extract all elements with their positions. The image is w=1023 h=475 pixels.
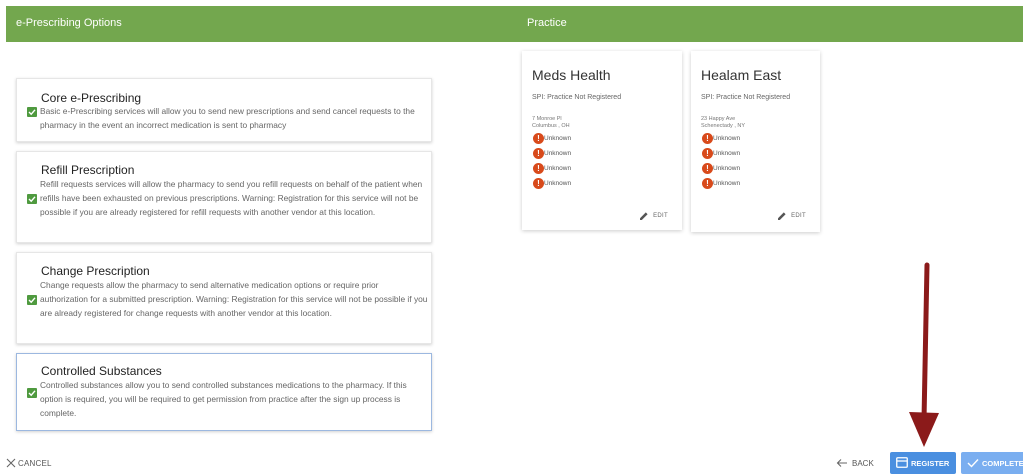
register-button[interactable]: REGISTER bbox=[890, 452, 956, 474]
practice-address-line2: Columbus , OH bbox=[532, 123, 570, 129]
status-text: Unknown bbox=[713, 180, 741, 187]
pencil-icon bbox=[778, 212, 786, 220]
practice-name: Healam East bbox=[701, 67, 782, 83]
cancel-label: CANCEL bbox=[18, 459, 52, 468]
option-core-eprescribing[interactable]: Core e-Prescribing Basic e-Prescribing s… bbox=[16, 78, 432, 142]
option-title: Change Prescription bbox=[41, 264, 150, 278]
cancel-button[interactable]: CANCEL bbox=[6, 457, 66, 471]
complete-label: COMPLETE bbox=[982, 459, 1023, 468]
status-text: Unknown bbox=[544, 165, 572, 172]
exclamation-icon: ! bbox=[702, 178, 713, 189]
close-icon bbox=[6, 458, 16, 468]
option-title: Core e-Prescribing bbox=[41, 91, 142, 105]
exclamation-icon: ! bbox=[533, 133, 544, 144]
check-icon bbox=[28, 196, 36, 203]
practice-card-meds-health: Meds Health SPI: Practice Not Registered… bbox=[522, 51, 682, 230]
practice-title: Practice bbox=[527, 17, 567, 29]
check-icon bbox=[28, 297, 36, 304]
back-button[interactable]: BACK bbox=[836, 457, 880, 471]
option-refill-prescription[interactable]: Refill Prescription Refill requests serv… bbox=[16, 151, 432, 243]
option-checkbox[interactable] bbox=[27, 107, 37, 117]
practice-card-healam-east: Healam East SPI: Practice Not Registered… bbox=[691, 51, 820, 232]
practice-address-line2: Schenectady , NY bbox=[701, 123, 746, 129]
option-description: Change requests allow the pharmacy to se… bbox=[40, 280, 428, 318]
practice-name: Meds Health bbox=[532, 67, 611, 83]
practice-address-line1: 23 Happy Ave bbox=[701, 116, 736, 122]
exclamation-icon: ! bbox=[533, 178, 544, 189]
edit-label: EDIT bbox=[791, 213, 806, 219]
option-checkbox[interactable] bbox=[27, 194, 37, 204]
practice-address-line1: 7 Monroe Pl bbox=[532, 116, 562, 122]
exclamation-icon: ! bbox=[533, 163, 544, 174]
option-description: Controlled substances allow you to send … bbox=[40, 380, 407, 418]
exclamation-icon: ! bbox=[702, 163, 713, 174]
complete-button[interactable]: COMPLETE bbox=[961, 452, 1023, 474]
exclamation-icon: ! bbox=[702, 133, 713, 144]
exclamation-icon: ! bbox=[702, 148, 713, 159]
status-text: Unknown bbox=[713, 135, 741, 142]
check-icon bbox=[28, 390, 36, 397]
card-icon bbox=[896, 457, 908, 468]
option-description: Basic e-Prescribing services will allow … bbox=[40, 106, 415, 130]
option-checkbox[interactable] bbox=[27, 295, 37, 305]
option-change-prescription[interactable]: Change Prescription Change requests allo… bbox=[16, 252, 432, 344]
pencil-icon bbox=[640, 212, 648, 220]
edit-button[interactable]: EDIT bbox=[628, 211, 668, 221]
practice-spi: SPI: Practice Not Registered bbox=[701, 94, 791, 101]
eprescribing-options-title: e-Prescribing Options bbox=[16, 17, 122, 29]
check-icon bbox=[967, 459, 979, 468]
option-controlled-substances[interactable]: Controlled Substances Controlled substan… bbox=[16, 353, 432, 431]
status-text: Unknown bbox=[544, 180, 572, 187]
option-title: Controlled Substances bbox=[41, 364, 162, 378]
annotation-arrow bbox=[909, 262, 939, 447]
status-text: Unknown bbox=[713, 165, 741, 172]
header-bar: e-Prescribing Options Practice bbox=[6, 6, 1023, 42]
check-icon bbox=[28, 109, 36, 116]
status-text: Unknown bbox=[713, 150, 741, 157]
arrow-left-icon bbox=[836, 459, 847, 467]
practice-spi: SPI: Practice Not Registered bbox=[532, 94, 622, 101]
option-checkbox[interactable] bbox=[27, 388, 37, 398]
edit-label: EDIT bbox=[653, 213, 668, 219]
register-label: REGISTER bbox=[911, 459, 950, 468]
exclamation-icon: ! bbox=[533, 148, 544, 159]
option-title: Refill Prescription bbox=[41, 163, 135, 177]
edit-button[interactable]: EDIT bbox=[766, 211, 806, 221]
status-text: Unknown bbox=[544, 150, 572, 157]
option-description: Refill requests services will allow the … bbox=[40, 179, 423, 217]
status-text: Unknown bbox=[544, 135, 572, 142]
back-label: BACK bbox=[852, 459, 874, 468]
